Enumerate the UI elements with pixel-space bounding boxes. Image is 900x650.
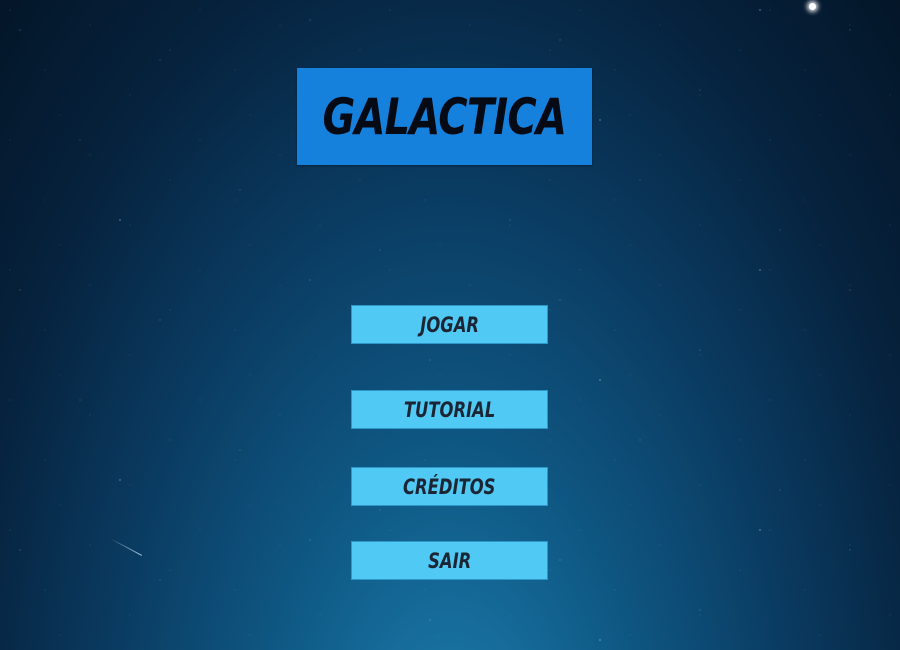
play-button-label: JOGAR: [420, 312, 479, 337]
play-button[interactable]: JOGAR: [351, 305, 548, 344]
credits-button-label: CRÉDITOS: [403, 474, 496, 499]
game-title: GALACTICA: [322, 87, 567, 146]
bright-star: [809, 3, 816, 10]
credits-button[interactable]: CRÉDITOS: [351, 467, 548, 506]
tutorial-button[interactable]: TUTORIAL: [351, 390, 548, 429]
exit-button-label: SAIR: [427, 548, 472, 573]
exit-button[interactable]: SAIR: [351, 541, 548, 580]
tutorial-button-label: TUTORIAL: [403, 397, 496, 422]
game-title-banner: GALACTICA: [297, 68, 592, 165]
